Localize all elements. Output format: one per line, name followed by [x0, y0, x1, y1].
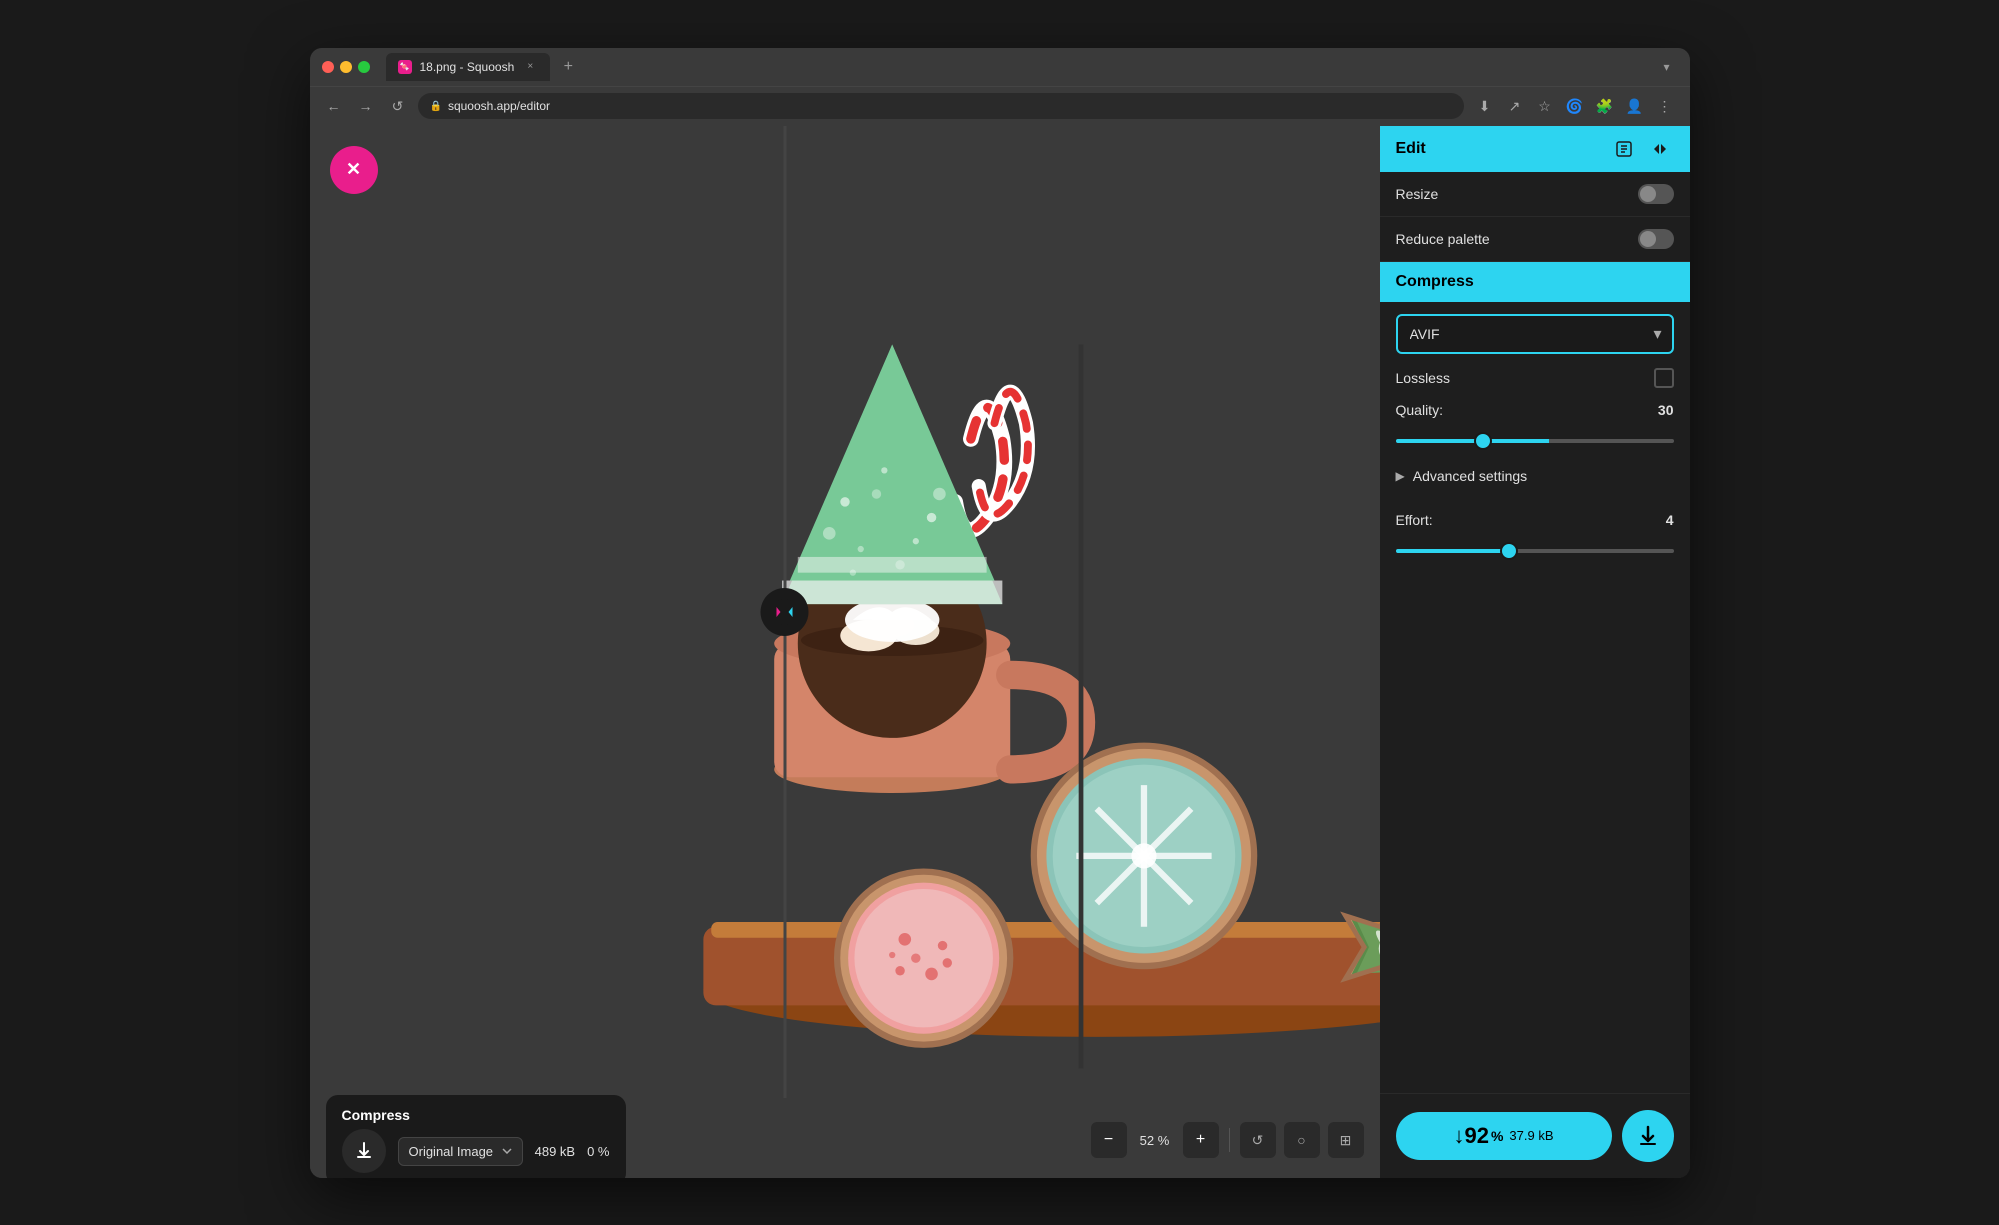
rotate-button[interactable]: ↺: [1240, 1122, 1276, 1158]
profile-icon[interactable]: 👤: [1622, 93, 1648, 119]
tab-favicon: 🍬: [398, 60, 412, 74]
quality-slider-container: [1396, 428, 1674, 450]
lossless-row: Lossless: [1396, 364, 1674, 392]
reduce-palette-row: Reduce palette: [1380, 217, 1690, 262]
forward-button[interactable]: →: [354, 94, 378, 118]
refresh-button[interactable]: ↺: [386, 94, 410, 118]
close-tab-button[interactable]: ×: [522, 59, 538, 75]
quality-row: Quality: 30: [1396, 402, 1674, 418]
advanced-arrow-icon: ▶: [1396, 469, 1405, 483]
effort-slider-container: [1380, 536, 1690, 574]
compress-title: Compress: [1396, 273, 1474, 291]
canvas-area: ✕: [310, 126, 1380, 1178]
lossless-label: Lossless: [1396, 370, 1654, 386]
advanced-settings-label: Advanced settings: [1413, 468, 1527, 484]
active-tab[interactable]: 🍬 18.png - Squoosh ×: [386, 53, 551, 81]
zoom-in-button[interactable]: +: [1183, 1122, 1219, 1158]
effort-value-display: 4: [1666, 512, 1674, 528]
edit-header: Edit: [1380, 126, 1690, 172]
squoosh-icon[interactable]: 🌀: [1562, 93, 1588, 119]
download-page-icon[interactable]: ⬇: [1472, 93, 1498, 119]
format-select[interactable]: AVIF WebP MozJPEG OxiPNG PNG: [1396, 314, 1674, 354]
quality-value-display: 30: [1658, 402, 1674, 418]
advanced-settings-row[interactable]: ▶ Advanced settings: [1396, 460, 1674, 492]
format-select-wrapper: AVIF WebP MozJPEG OxiPNG PNG ▾: [1396, 314, 1674, 354]
quality-slider[interactable]: [1396, 439, 1674, 443]
zoom-out-button[interactable]: −: [1091, 1122, 1127, 1158]
compress-content: AVIF WebP MozJPEG OxiPNG PNG ▾ Lossless …: [1380, 302, 1690, 504]
toolbar-actions: ⬇ ↗ ☆ 🌀 🧩 👤 ⋮: [1472, 93, 1678, 119]
back-button[interactable]: ←: [322, 94, 346, 118]
resize-toggle[interactable]: [1638, 184, 1674, 204]
edit-title: Edit: [1396, 140, 1602, 158]
circle-view-button[interactable]: ○: [1284, 1122, 1320, 1158]
zoom-value-display: 52 %: [1135, 1133, 1175, 1148]
lossless-checkbox[interactable]: [1654, 368, 1674, 388]
quality-label: Quality:: [1396, 402, 1658, 418]
extensions-icon[interactable]: 🧩: [1592, 93, 1618, 119]
new-tab-button[interactable]: +: [554, 53, 582, 81]
split-handle-button[interactable]: [761, 588, 809, 636]
edit-code-icon[interactable]: [1610, 135, 1638, 163]
main-illustration: [310, 126, 1380, 1098]
menu-icon[interactable]: ⋮: [1652, 93, 1678, 119]
browser-toolbar: ← → ↺ 🔒 squoosh.app/editor ⬇ ↗ ☆ 🌀 🧩 👤 ⋮: [310, 86, 1690, 126]
effort-row: Effort: 4: [1380, 504, 1690, 536]
save-button[interactable]: ↓92 % 37.9 kB: [1396, 1112, 1612, 1160]
url-text: squoosh.app/editor: [448, 99, 550, 113]
save-percent-sign: %: [1491, 1128, 1503, 1144]
resize-label: Resize: [1396, 186, 1638, 202]
file-size-display: 489 kB: [535, 1144, 575, 1159]
left-panel-title: Compress: [342, 1107, 610, 1123]
browser-titlebar: 🍬 18.png - Squoosh × + ▾: [310, 48, 1690, 86]
image-container: [310, 126, 1380, 1098]
zoom-divider: [1229, 1128, 1230, 1152]
maximize-window-button[interactable]: [358, 61, 370, 73]
edit-compare-icon[interactable]: [1646, 135, 1674, 163]
share-icon[interactable]: ↗: [1502, 93, 1528, 119]
close-editor-button[interactable]: ✕: [330, 146, 378, 194]
save-size-display: 37.9 kB: [1509, 1128, 1553, 1143]
bottom-toolbar: Compress Original Image 489 kB 0 %: [310, 1103, 1380, 1178]
tab-dropdown-button[interactable]: ▾: [1655, 56, 1677, 78]
grid-view-button[interactable]: ⊞: [1328, 1122, 1364, 1158]
resize-row: Resize: [1380, 172, 1690, 217]
tab-title: 18.png - Squoosh: [420, 60, 515, 74]
close-window-button[interactable]: [322, 61, 334, 73]
minimize-window-button[interactable]: [340, 61, 352, 73]
original-image-select[interactable]: Original Image: [398, 1137, 523, 1166]
left-panel-controls: Original Image 489 kB 0 %: [342, 1129, 610, 1173]
reduce-palette-toggle[interactable]: [1638, 229, 1674, 249]
bookmark-icon[interactable]: ☆: [1532, 93, 1558, 119]
edit-icons: [1610, 135, 1674, 163]
compress-header: Compress: [1380, 262, 1690, 302]
effort-label: Effort:: [1396, 512, 1666, 528]
zoom-controls: − 52 % + ↺ ○ ⊞: [1091, 1122, 1364, 1158]
right-panel: Edit: [1380, 126, 1690, 1178]
left-compress-panel: Compress Original Image 489 kB 0 %: [326, 1095, 626, 1178]
left-percentage-display: 0 %: [587, 1144, 609, 1159]
left-download-button[interactable]: [342, 1129, 386, 1173]
download-button[interactable]: [1622, 1110, 1674, 1162]
split-divider: [783, 126, 786, 1098]
traffic-lights: [322, 61, 370, 73]
save-percentage-display: ↓92: [1453, 1123, 1488, 1149]
right-bottom-bar: ↓92 % 37.9 kB: [1380, 1093, 1690, 1178]
lock-icon: 🔒: [430, 101, 442, 112]
tab-bar: 🍬 18.png - Squoosh × + ▾: [386, 48, 1678, 86]
address-bar[interactable]: 🔒 squoosh.app/editor: [418, 93, 1464, 119]
app-content: ✕: [310, 126, 1690, 1178]
browser-window: 🍬 18.png - Squoosh × + ▾ ← → ↺ 🔒 squoosh…: [310, 48, 1690, 1178]
effort-slider[interactable]: [1396, 549, 1674, 553]
reduce-palette-label: Reduce palette: [1396, 231, 1638, 247]
